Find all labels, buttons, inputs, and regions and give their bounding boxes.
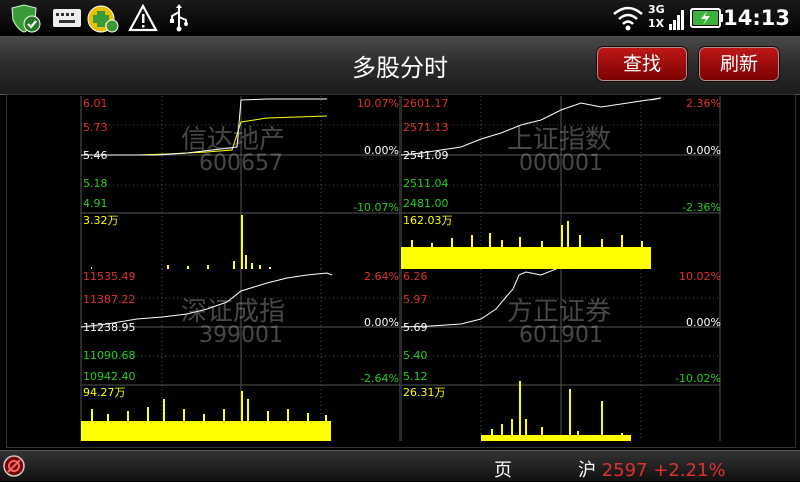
market-ticker[interactable]: 沪 2597 +2.21% [578, 456, 726, 482]
ticker-index-value: 2597 [601, 460, 648, 481]
panel-1-volume-label: 162.03万 [403, 214, 453, 227]
panel-3-price-mid-low: 5.40 [403, 349, 428, 362]
panel-0-stock-code: 600657 [199, 151, 283, 176]
wifi-icon [613, 6, 643, 31]
panel-3-price-low: 5.12 [403, 370, 428, 383]
ticker-scroll-text: 页 [494, 460, 512, 481]
network-type: 3G 1X [648, 3, 665, 30]
panel-0-price-low: 4.91 [83, 197, 108, 210]
usb-icon [170, 4, 188, 32]
panel-2-price-mid-high: 11387.22 [83, 293, 136, 306]
panel-2-stock-code: 399001 [199, 323, 283, 348]
panel-2-price-high: 11535.49 [83, 270, 136, 283]
panel-0-price-base: 5.46 [83, 149, 108, 162]
panel-2-pct-base: 0.00% [364, 316, 399, 329]
stock-panel-3[interactable]: 6.26 5.97 5.69 5.40 5.12 10.02% 0.00% -1… [401, 269, 795, 441]
panel-0-volume-label: 3.32万 [83, 214, 119, 227]
refresh-button[interactable]: 刷新 [698, 46, 780, 82]
panel-2-price-base: 11238.95 [83, 321, 136, 334]
panel-1-price-mid-low: 2511.04 [403, 177, 449, 190]
panel-2-volume-label: 94.27万 [83, 386, 126, 399]
signal-icon [669, 10, 684, 30]
stock-panel-2[interactable]: 11535.49 11387.22 11238.95 11090.68 1094… [7, 269, 401, 441]
panel-3-pct-base: 0.00% [686, 316, 721, 329]
ticker-market-name: 沪 [578, 460, 596, 481]
panel-1-pct-high: 2.36% [686, 97, 721, 110]
panel-3-price-base: 5.69 [403, 321, 428, 334]
panel-2-price-mid-low: 11090.68 [83, 349, 136, 362]
stock-panel-0[interactable]: 6.01 5.73 5.46 5.18 4.91 10.07% 0.00% -1… [7, 95, 401, 269]
warning-icon [128, 4, 158, 32]
security-shield-icon [11, 4, 41, 33]
panel-1-volume-bars [401, 221, 651, 269]
panel-0-pct-high: 10.07% [357, 97, 399, 110]
panel-1-price-high: 2601.17 [403, 97, 449, 110]
panel-2-price-low: 10942.40 [83, 370, 136, 383]
panel-3-price-mid-high: 5.97 [403, 293, 428, 306]
status-bar: 3G 1X 14:13 [0, 0, 800, 36]
panel-0-price-high: 6.01 [83, 97, 108, 110]
panel-1-stock-code: 000001 [519, 151, 603, 176]
panel-2-pct-low: -2.64% [360, 372, 399, 385]
app-logo-icon[interactable] [2, 454, 26, 478]
battery-charging-icon [690, 8, 723, 28]
stock-panel-1[interactable]: 2601.17 2571.13 2541.09 2511.04 2481.00 … [401, 95, 795, 269]
panel-3-stock-code: 601901 [519, 323, 603, 348]
panel-0-price-mid-high: 5.73 [83, 121, 108, 134]
ticker-index-change: +2.21% [653, 460, 726, 481]
multi-stock-chart-area: 6.01 5.73 5.46 5.18 4.91 10.07% 0.00% -1… [6, 94, 796, 448]
keyboard-icon [53, 9, 81, 27]
app-update-icon [87, 5, 119, 33]
panel-0-pct-base: 0.00% [364, 144, 399, 157]
title-bar: 多股分时 查找 刷新 [0, 36, 800, 95]
panel-0-pct-low: -10.07% [353, 201, 399, 214]
bottom-ticker-bar: 页 沪 2597 +2.21% [0, 450, 800, 481]
panel-1-pct-base: 0.00% [686, 144, 721, 157]
panel-3-pct-low: -10.02% [675, 372, 721, 385]
status-clock: 14:13 [723, 6, 790, 30]
panel-3-pct-high: 10.02% [679, 270, 721, 283]
panel-1-price-base: 2541.09 [403, 149, 449, 162]
search-button[interactable]: 查找 [596, 46, 688, 82]
panel-3-volume-bars [481, 381, 631, 441]
panel-1-price-mid-high: 2571.13 [403, 121, 449, 134]
panel-2-pct-high: 2.64% [364, 270, 399, 283]
panel-1-price-low: 2481.00 [403, 197, 449, 210]
panel-3-price-high: 6.26 [403, 270, 428, 283]
panel-0-price-mid-low: 5.18 [83, 177, 108, 190]
panel-3-volume-label: 26.31万 [403, 386, 446, 399]
panel-1-pct-low: -2.36% [682, 201, 721, 214]
